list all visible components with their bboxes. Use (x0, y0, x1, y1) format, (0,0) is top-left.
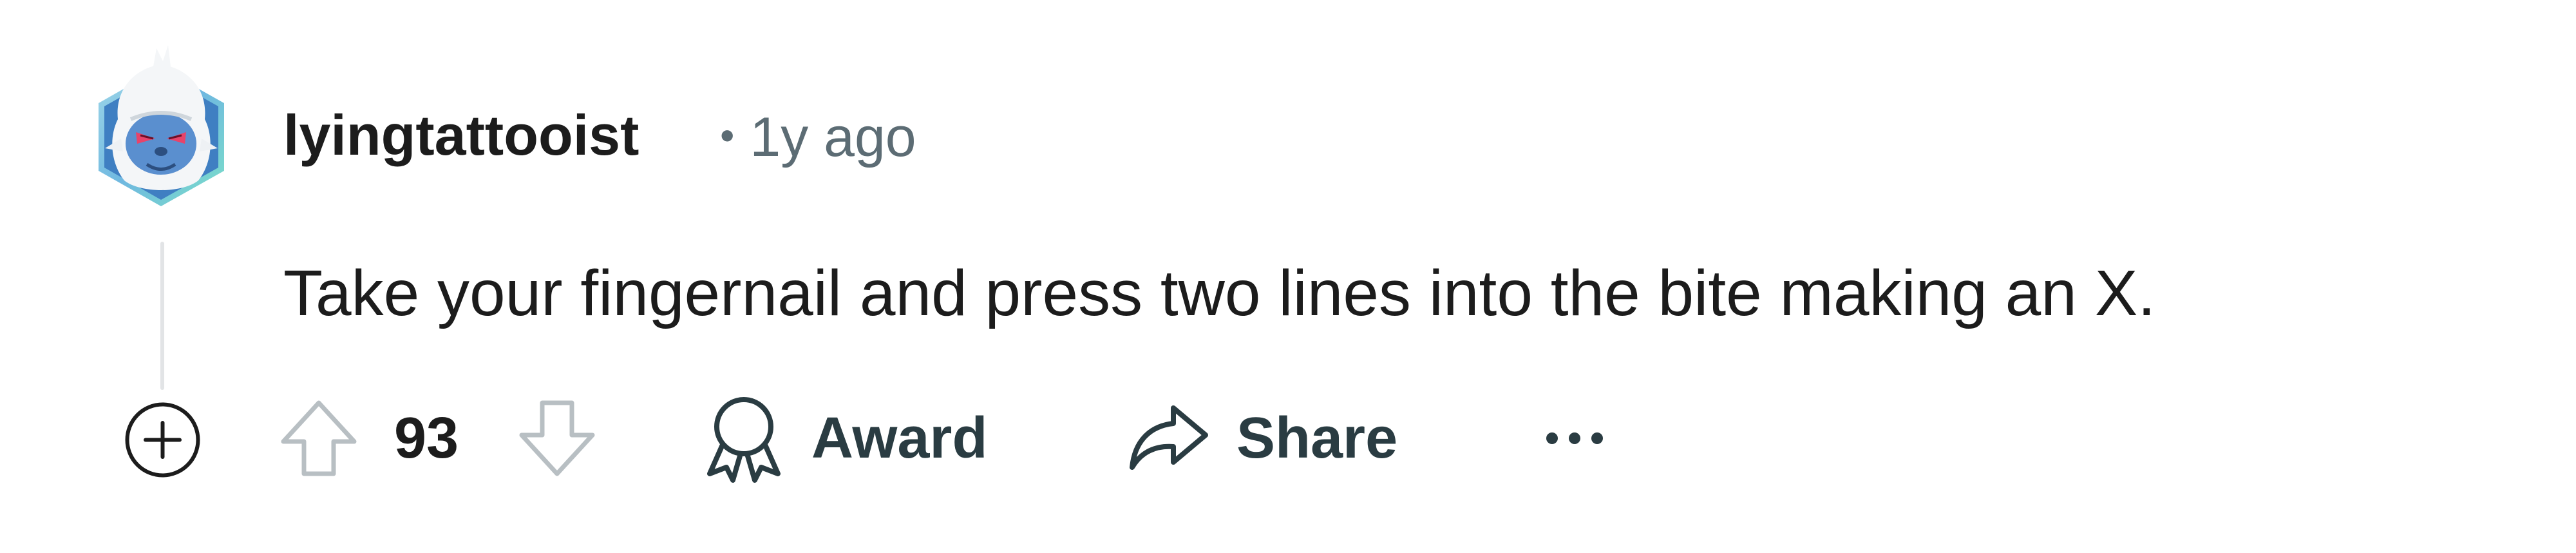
comment-body: Take your fingernail and press two lines… (283, 257, 2156, 329)
share-arrow-icon (1130, 405, 1208, 470)
arrow-up-icon[interactable] (277, 396, 361, 480)
award-ribbon-icon (707, 397, 781, 483)
yeti-avatar-icon[interactable] (92, 42, 231, 213)
comment-meta: • 1y ago (720, 97, 916, 176)
comment-age[interactable]: 1y ago (750, 106, 916, 168)
award-button[interactable]: Award (702, 387, 987, 490)
award-label: Award (811, 406, 988, 471)
share-label: Share (1236, 406, 1398, 471)
score: 93 (394, 406, 459, 471)
author-username[interactable]: lyingtattooist (283, 97, 639, 174)
separator-dot: • (720, 112, 735, 159)
share-button[interactable]: Share (1127, 387, 1397, 490)
comment: lyingtattooist • 1y ago Take your fingern… (0, 0, 2576, 553)
ellipsis-icon[interactable] (1539, 412, 1610, 464)
plus-circle-icon[interactable] (122, 400, 203, 480)
arrow-down-icon[interactable] (515, 396, 599, 480)
thread-line[interactable] (160, 242, 164, 390)
